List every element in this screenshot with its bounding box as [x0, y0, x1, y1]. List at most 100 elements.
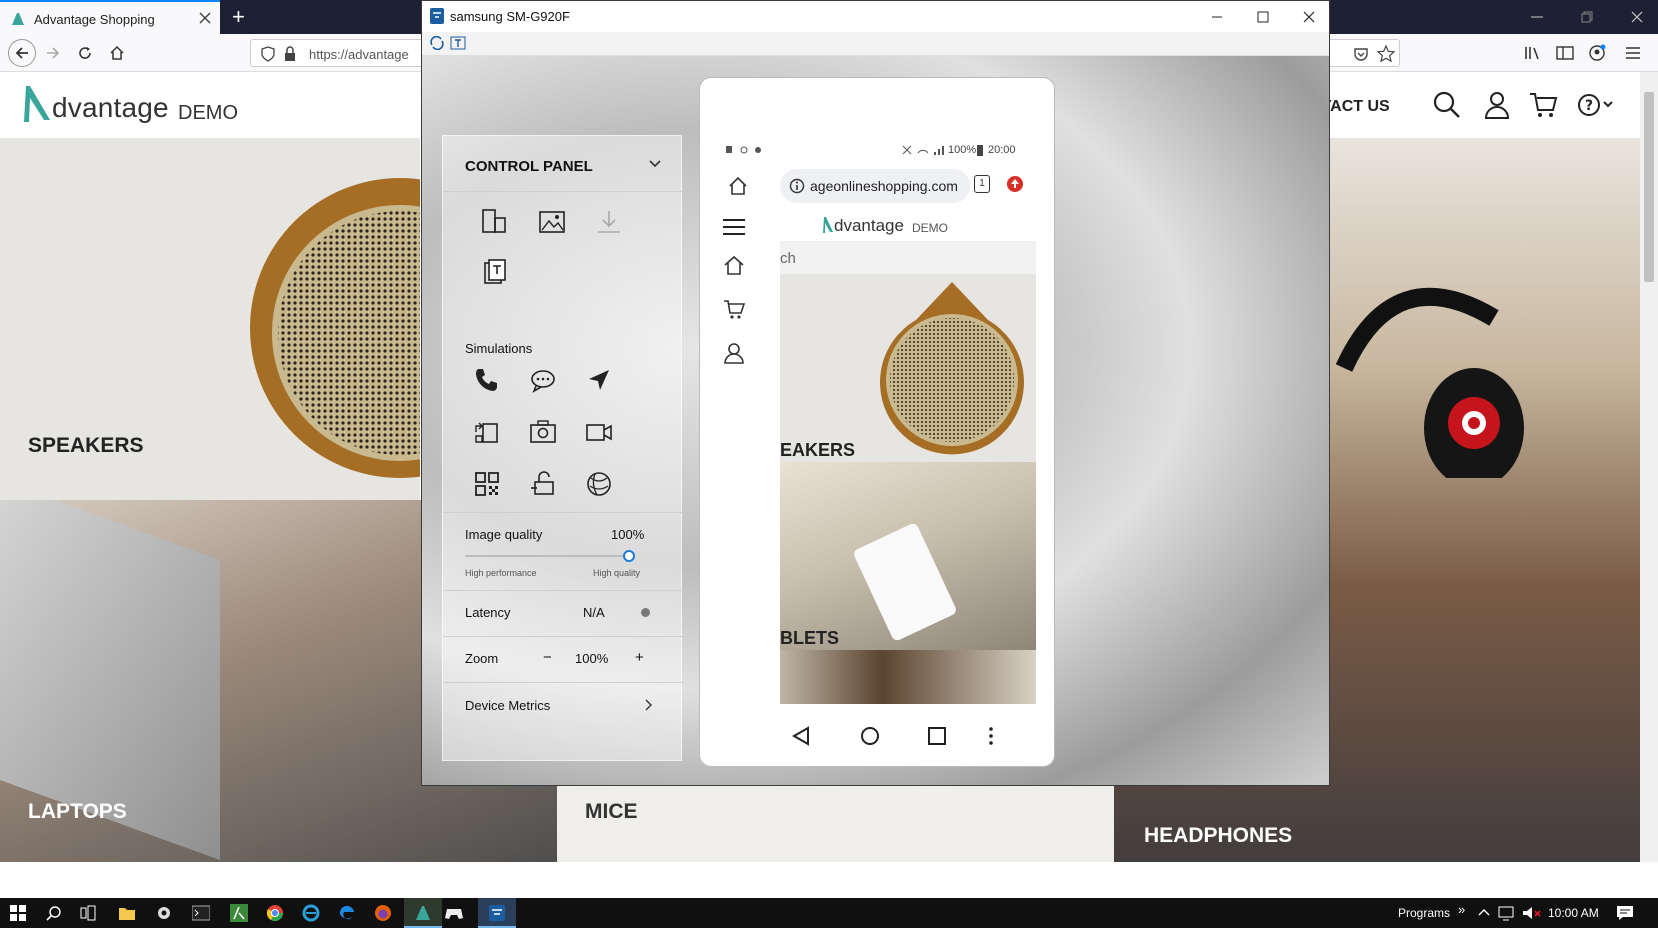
phone-category-tablets[interactable]: BLETS — [780, 462, 1036, 650]
phone-home-icon[interactable] — [728, 176, 748, 196]
control-panel: CONTROL PANEL Simulations Image quality … — [442, 135, 683, 761]
device-maximize-icon[interactable] — [1240, 5, 1286, 29]
close-tab-icon[interactable] — [198, 11, 212, 25]
command-prompt-icon[interactable] — [192, 905, 210, 921]
android-more-icon[interactable] — [988, 726, 994, 746]
tab-advantage-shopping[interactable]: Advantage Shopping — [0, 0, 220, 34]
pocket-icon[interactable] — [1353, 46, 1369, 62]
camera-icon[interactable] — [529, 418, 557, 446]
bookmark-star-icon[interactable] — [1377, 45, 1395, 63]
info-icon[interactable] — [789, 178, 805, 194]
advantage-taskbar-button[interactable] — [404, 898, 442, 928]
phone-menu-icon[interactable] — [1006, 175, 1024, 193]
zoom-out-button[interactable]: − — [543, 649, 552, 666]
page-scrollbar[interactable] — [1640, 72, 1658, 862]
sidebar-icon[interactable] — [1554, 42, 1576, 64]
shield-icon[interactable] — [261, 46, 275, 62]
game-controller-icon[interactable] — [444, 904, 464, 922]
device-metrics-row[interactable]: Device Metrics — [443, 682, 683, 728]
windows-start-icon[interactable] — [10, 905, 26, 921]
internet-explorer-icon[interactable] — [302, 904, 320, 922]
download-icon — [595, 208, 623, 236]
android-recents-icon[interactable] — [928, 727, 946, 745]
file-explorer-icon[interactable] — [118, 905, 136, 921]
android-home-icon[interactable] — [860, 726, 880, 746]
zoom-value: 100% — [575, 651, 609, 666]
nav-user-icon[interactable] — [723, 342, 745, 364]
image-quality-slider-knob[interactable] — [623, 550, 635, 562]
phone-browser-bar: ageonlineshopping.com 1 — [720, 166, 1036, 208]
phone-logo-text: dvantage — [834, 216, 904, 235]
back-button[interactable] — [8, 39, 36, 67]
user-icon[interactable] — [1482, 90, 1512, 120]
device-window-titlebar[interactable]: samsung SM-G920F — [422, 1, 1329, 32]
menu-icon[interactable] — [1622, 42, 1644, 64]
settings-gear-icon[interactable] — [156, 905, 172, 921]
phone-category-next[interactable] — [780, 650, 1036, 704]
device-app-taskbar-button[interactable] — [478, 898, 516, 928]
phone-call-icon[interactable] — [473, 366, 501, 394]
clipboard-text-icon[interactable] — [481, 258, 509, 286]
device-close-icon[interactable] — [1286, 5, 1329, 29]
phone-tablets-label: BLETS — [780, 628, 840, 648]
tab-switcher-button[interactable]: 1 — [974, 175, 990, 193]
network-globe-icon[interactable] — [585, 470, 613, 498]
image-quality-slider[interactable] — [465, 550, 635, 562]
video-camera-icon[interactable] — [585, 418, 613, 446]
reload-button[interactable] — [74, 42, 96, 64]
android-back-icon[interactable] — [792, 726, 810, 746]
rotate-device-icon[interactable] — [481, 208, 509, 236]
advantage-logo-icon[interactable] — [22, 84, 52, 124]
headphones-image — [1334, 258, 1534, 478]
account-icon[interactable] — [1586, 42, 1608, 64]
chrome-icon[interactable] — [266, 904, 284, 922]
phone-category-speakers[interactable]: EAKERS — [780, 274, 1036, 462]
site-logo-text[interactable]: dvantage — [52, 92, 169, 124]
close-window-icon[interactable] — [1630, 10, 1644, 24]
category-tile-speakers[interactable]: SPEAKERS — [0, 138, 420, 500]
lock-icon[interactable] — [283, 46, 297, 62]
forward-button[interactable] — [42, 42, 64, 64]
clock-time[interactable]: 10:00 AM — [1548, 906, 1599, 920]
help-icon[interactable]: ? — [1576, 90, 1613, 120]
screenshot-image-icon[interactable] — [538, 208, 566, 236]
firefox-taskbar-icon[interactable] — [374, 904, 392, 922]
home-button[interactable] — [106, 42, 128, 64]
cart-icon[interactable] — [1528, 90, 1558, 120]
volume-muted-icon[interactable] — [1522, 905, 1542, 921]
action-center-icon[interactable] — [1616, 905, 1634, 921]
qr-code-icon[interactable] — [473, 470, 501, 498]
battery-percentage: 100% — [948, 144, 977, 156]
sync-icon[interactable] — [430, 36, 444, 50]
show-hidden-icons[interactable] — [1478, 907, 1490, 917]
chevron-down-icon[interactable] — [649, 160, 661, 168]
minimize-icon[interactable] — [1530, 10, 1544, 24]
text-input-icon[interactable] — [450, 36, 466, 50]
chevron-right-icon[interactable] — [645, 699, 653, 711]
library-icon[interactable] — [1522, 42, 1544, 64]
latency-label: Latency — [465, 605, 511, 620]
task-view-icon[interactable] — [80, 905, 96, 921]
search-icon[interactable] — [1432, 90, 1462, 120]
device-minimize-icon[interactable] — [1194, 5, 1240, 29]
programs-toolbar-label[interactable]: Programs — [1398, 906, 1450, 920]
new-tab-button[interactable]: + — [232, 4, 245, 30]
lambda-app-icon[interactable] — [230, 904, 248, 922]
scrollbar-thumb[interactable] — [1644, 92, 1654, 282]
nav-cart-icon[interactable] — [723, 298, 745, 320]
restore-icon[interactable] — [1580, 10, 1594, 24]
network-icon[interactable] — [1498, 905, 1516, 921]
taskbar-search-icon[interactable] — [46, 905, 62, 921]
hamburger-menu-icon[interactable] — [722, 218, 746, 236]
orientation-switch-icon[interactable] — [473, 418, 501, 446]
nav-home-icon[interactable] — [723, 254, 745, 276]
programs-expand-chevron[interactable]: » — [1458, 902, 1465, 917]
biometric-unlock-icon[interactable] — [529, 470, 557, 498]
edge-icon[interactable] — [338, 904, 356, 922]
sms-message-icon[interactable] — [529, 366, 557, 394]
location-arrow-icon[interactable] — [585, 366, 613, 394]
phone-search-bar[interactable]: ch — [780, 242, 1036, 274]
control-panel-header[interactable]: CONTROL PANEL — [443, 136, 683, 192]
zoom-in-button[interactable]: + — [635, 649, 644, 666]
phone-address-bar[interactable]: ageonlineshopping.com — [780, 169, 970, 203]
